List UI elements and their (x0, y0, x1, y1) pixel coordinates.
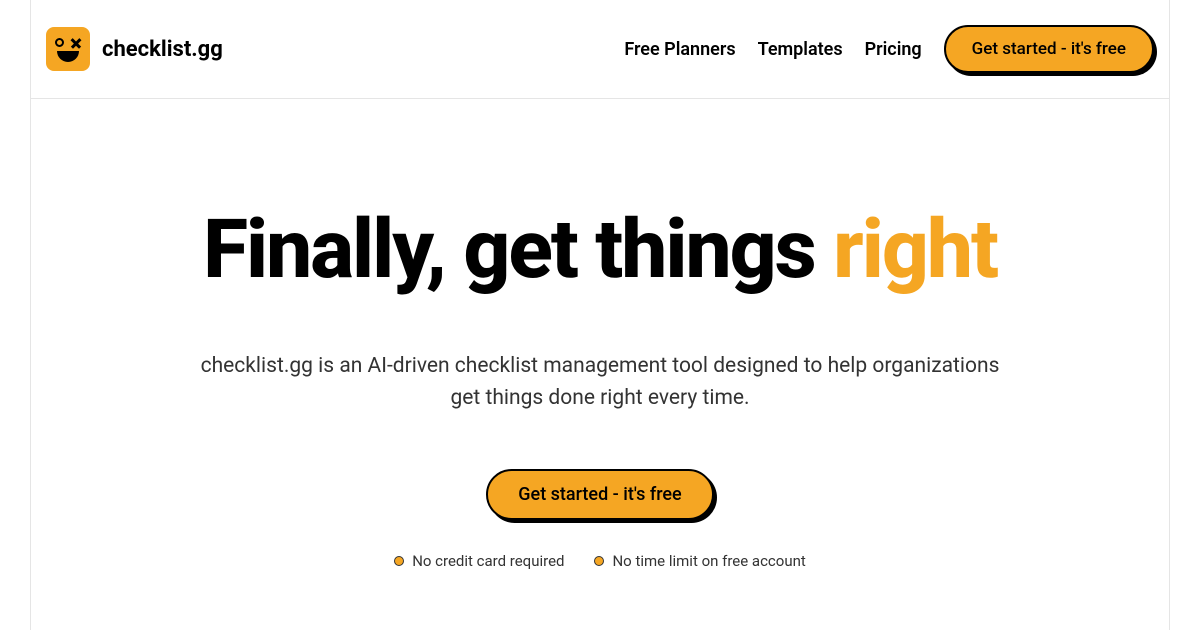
logo[interactable]: checklist.gg (46, 27, 223, 71)
nav-link-templates[interactable]: Templates (758, 39, 843, 60)
logo-icon (46, 27, 90, 71)
benefit-item: No credit card required (394, 552, 564, 570)
hero-title: Finally, get things right (31, 209, 1169, 291)
benefit-item: No time limit on free account (594, 552, 805, 570)
benefits-list: No credit card required No time limit on… (31, 552, 1169, 570)
benefit-text: No time limit on free account (612, 552, 805, 570)
hero-subtitle-line2: get things done right every time. (450, 386, 749, 410)
nav-link-pricing[interactable]: Pricing (865, 39, 922, 60)
brand-name: checklist.gg (102, 37, 223, 62)
hero-title-main: Finally, get things (203, 202, 833, 298)
hero-cta-wrap: Get started - it's free (31, 469, 1169, 520)
hero-title-accent: right (833, 202, 997, 298)
bullet-icon (594, 556, 604, 566)
header: checklist.gg Free Planners Templates Pri… (31, 0, 1169, 99)
benefit-text: No credit card required (412, 552, 564, 570)
nav-link-free-planners[interactable]: Free Planners (624, 39, 735, 60)
hero-section: Finally, get things right checklist.gg i… (31, 99, 1169, 570)
header-cta-button[interactable]: Get started - it's free (944, 25, 1154, 73)
bullet-icon (394, 556, 404, 566)
hero-subtitle: checklist.gg is an AI-driven checklist m… (31, 351, 1169, 414)
main-nav: Free Planners Templates Pricing Get star… (624, 25, 1154, 73)
hero-cta-button[interactable]: Get started - it's free (486, 469, 713, 520)
hero-subtitle-line1: checklist.gg is an AI-driven checklist m… (201, 354, 1000, 378)
